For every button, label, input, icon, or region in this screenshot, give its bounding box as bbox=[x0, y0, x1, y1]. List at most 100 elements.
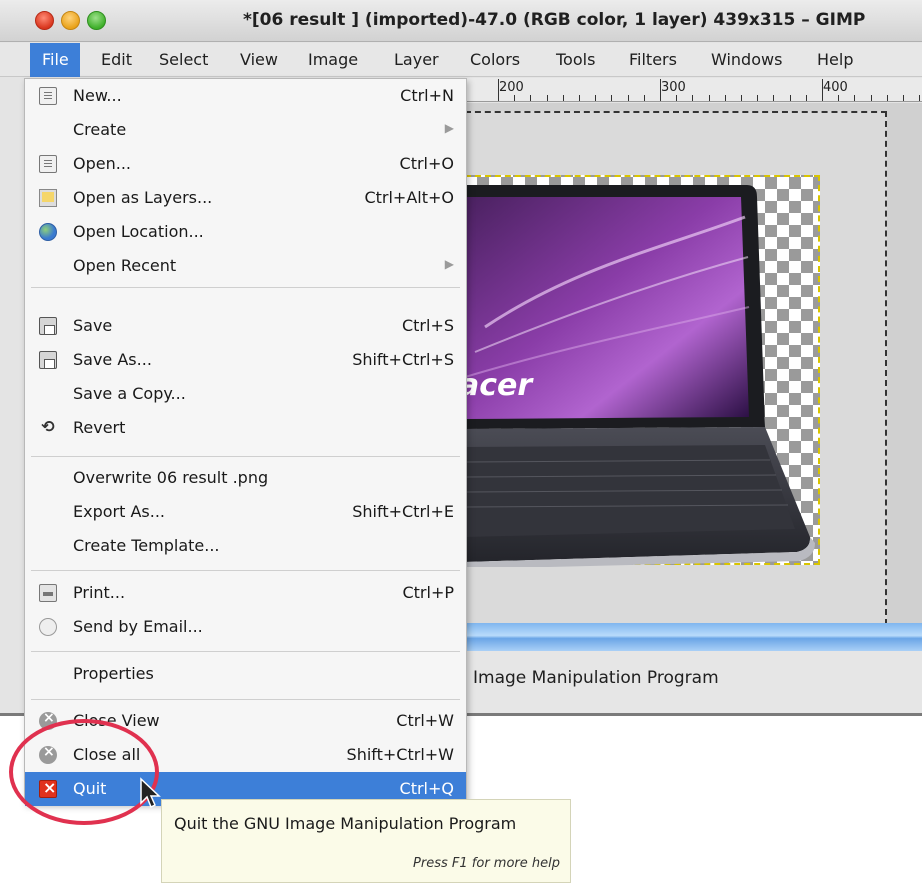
menu-item-accel: Ctrl+W bbox=[396, 711, 454, 730]
menu-separator bbox=[31, 456, 460, 457]
ruler-tick bbox=[611, 95, 613, 101]
menu-item-label: Save a Copy... bbox=[73, 384, 186, 403]
menu-bar: Edit Select View Image Layer Colors Tool… bbox=[0, 43, 922, 77]
image-layer[interactable]: acer bbox=[465, 175, 820, 567]
menu-edit[interactable]: Edit bbox=[101, 50, 132, 69]
menu-separator bbox=[31, 287, 460, 288]
menu-image[interactable]: Image bbox=[308, 50, 358, 69]
menu-item-overwrite[interactable]: Overwrite 06 result .png bbox=[25, 461, 466, 495]
screenshot-stage: *[06 result ] (imported)-47.0 (RGB color… bbox=[0, 0, 922, 884]
menu-item-label: Create bbox=[73, 120, 127, 139]
menu-help[interactable]: Help bbox=[817, 50, 853, 69]
annotation-circle bbox=[9, 719, 159, 825]
menu-item-print[interactable]: Print... Ctrl+P bbox=[25, 576, 466, 610]
ruler-tick bbox=[660, 79, 661, 101]
status-message: Image Manipulation Program bbox=[473, 668, 719, 688]
brand-logo: acer bbox=[465, 368, 534, 403]
window-minimize-button[interactable] bbox=[61, 11, 80, 30]
menu-item-accel: Shift+Ctrl+E bbox=[352, 502, 454, 521]
menu-separator bbox=[31, 570, 460, 571]
tooltip-text: Quit the GNU Image Manipulation Program bbox=[174, 814, 517, 833]
menu-windows[interactable]: Windows bbox=[711, 50, 782, 69]
ruler-tick bbox=[919, 95, 921, 101]
print-icon bbox=[39, 584, 57, 602]
ruler-tick bbox=[595, 95, 597, 101]
ruler-label: 400 bbox=[823, 80, 848, 95]
menu-item-label: Open Recent bbox=[73, 256, 177, 275]
menu-item-accel: Ctrl+P bbox=[402, 583, 454, 602]
menu-item-label: Open as Layers... bbox=[73, 188, 213, 207]
ruler-tick bbox=[822, 79, 823, 101]
menu-item-properties[interactable]: Properties bbox=[25, 657, 466, 691]
tooltip: Quit the GNU Image Manipulation Program … bbox=[161, 799, 571, 883]
ruler-tick bbox=[773, 95, 775, 101]
ruler-tick bbox=[741, 95, 742, 101]
menu-item-label: Export As... bbox=[73, 502, 165, 521]
menu-item-accel: Ctrl+O bbox=[399, 154, 454, 173]
window-maximize-button[interactable] bbox=[87, 11, 106, 30]
menu-item-label: Open Location... bbox=[73, 222, 204, 241]
ruler-tick bbox=[886, 95, 888, 101]
menu-item-create[interactable]: Create ▶ bbox=[25, 113, 466, 147]
ruler-tick bbox=[546, 95, 548, 101]
menu-item-create-template[interactable]: Create Template... bbox=[25, 529, 466, 563]
ruler-tick bbox=[676, 95, 678, 101]
menu-item-open-as-layers[interactable]: Open as Layers... Ctrl+Alt+O bbox=[25, 181, 466, 215]
window-close-button[interactable] bbox=[35, 11, 54, 30]
ruler-tick bbox=[757, 95, 759, 101]
menu-file[interactable]: File bbox=[30, 43, 80, 77]
email-icon bbox=[39, 618, 57, 636]
status-bar: Image Manipulation Program bbox=[465, 651, 922, 713]
menu-filters[interactable]: Filters bbox=[629, 50, 677, 69]
menu-view[interactable]: View bbox=[240, 50, 278, 69]
menu-item-label: Properties bbox=[73, 664, 154, 683]
tooltip-help-hint: Press F1 for more help bbox=[413, 856, 560, 871]
ruler-tick bbox=[514, 95, 516, 101]
ruler-tick bbox=[838, 95, 840, 101]
open-layers-icon bbox=[39, 189, 57, 207]
menu-item-label: Save As... bbox=[73, 350, 152, 369]
ruler-tick bbox=[708, 95, 710, 101]
menu-layer[interactable]: Layer bbox=[394, 50, 439, 69]
laptop-image: acer bbox=[465, 185, 815, 567]
menu-separator bbox=[31, 651, 460, 652]
menu-item-accel: Ctrl+S bbox=[401, 316, 454, 335]
menu-item-new[interactable]: New... Ctrl+N bbox=[25, 79, 466, 113]
title-bar: *[06 result ] (imported)-47.0 (RGB color… bbox=[0, 0, 922, 42]
new-document-icon bbox=[39, 87, 57, 105]
menu-item-label: Send by Email... bbox=[73, 617, 203, 636]
menu-tools[interactable]: Tools bbox=[556, 50, 595, 69]
menu-colors[interactable]: Colors bbox=[470, 50, 520, 69]
menu-item-save-a-copy[interactable]: Save a Copy... bbox=[25, 377, 466, 411]
submenu-arrow-icon: ▶ bbox=[444, 257, 454, 271]
horizontal-ruler[interactable]: 200 300 400 bbox=[465, 78, 922, 102]
ruler-tick bbox=[579, 95, 580, 101]
file-menu: New... Ctrl+N Create ▶ Open... Ctrl+O Op… bbox=[24, 78, 467, 806]
submenu-arrow-icon: ▶ bbox=[444, 121, 454, 135]
menu-item-accel: Shift+Ctrl+S bbox=[352, 350, 454, 369]
menu-item-save-as[interactable]: Save As... Shift+Ctrl+S bbox=[25, 343, 466, 377]
menu-item-save[interactable]: Save Ctrl+S bbox=[25, 309, 466, 343]
menu-item-export-as[interactable]: Export As... Shift+Ctrl+E bbox=[25, 495, 466, 529]
save-as-icon bbox=[39, 351, 57, 369]
ruler-tick bbox=[530, 95, 532, 101]
menu-item-label: Overwrite 06 result .png bbox=[73, 468, 269, 487]
horizontal-scrollbar[interactable] bbox=[465, 623, 922, 651]
open-image-icon bbox=[39, 155, 57, 173]
menu-item-send-by-email[interactable]: Send by Email... bbox=[25, 610, 466, 644]
menu-separator bbox=[31, 699, 460, 700]
ruler-label: 300 bbox=[661, 80, 686, 95]
globe-icon bbox=[39, 223, 57, 241]
image-canvas[interactable]: acer bbox=[465, 103, 922, 625]
ruler-tick bbox=[627, 95, 629, 101]
menu-item-open-recent[interactable]: Open Recent ▶ bbox=[25, 249, 466, 283]
ruler-tick bbox=[789, 95, 791, 101]
menu-select[interactable]: Select bbox=[159, 50, 208, 69]
menu-item-label: Print... bbox=[73, 583, 126, 602]
ruler-tick bbox=[724, 95, 726, 101]
menu-item-revert[interactable]: ⟲ Revert bbox=[25, 411, 466, 445]
ruler-tick bbox=[805, 95, 807, 101]
menu-item-open[interactable]: Open... Ctrl+O bbox=[25, 147, 466, 181]
menu-item-open-location[interactable]: Open Location... bbox=[25, 215, 466, 249]
menu-item-label: Open... bbox=[73, 154, 131, 173]
